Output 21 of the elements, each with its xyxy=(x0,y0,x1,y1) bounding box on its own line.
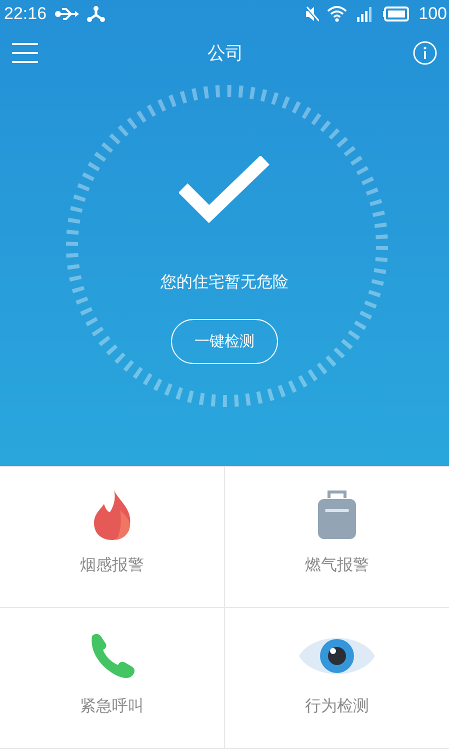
gas-canister-icon xyxy=(316,490,357,540)
usb-icon xyxy=(54,8,79,20)
status-time: 22:16 xyxy=(4,4,47,24)
one-click-check-button[interactable]: 一键检测 xyxy=(171,319,278,364)
battery-level: 100 xyxy=(418,4,447,24)
safety-status-text: 您的住宅暂无危险 xyxy=(160,272,288,293)
network-icon xyxy=(86,6,105,22)
info-icon[interactable] xyxy=(413,41,437,65)
feature-tile[interactable]: 紧急呼叫 xyxy=(0,608,224,749)
tile-label: 紧急呼叫 xyxy=(80,696,144,717)
feature-tile[interactable]: 烟感报警 xyxy=(0,467,224,608)
tile-label: 烟感报警 xyxy=(80,555,144,576)
tile-label: 燃气报警 xyxy=(304,555,369,576)
checkmark-icon xyxy=(178,156,270,226)
battery-icon xyxy=(382,6,411,22)
mute-icon xyxy=(304,6,319,22)
wifi-icon xyxy=(326,6,347,22)
menu-icon[interactable] xyxy=(12,43,38,63)
page-title: 公司 xyxy=(206,42,244,65)
tile-label: 行为检测 xyxy=(304,696,369,717)
flame-icon xyxy=(92,490,132,540)
